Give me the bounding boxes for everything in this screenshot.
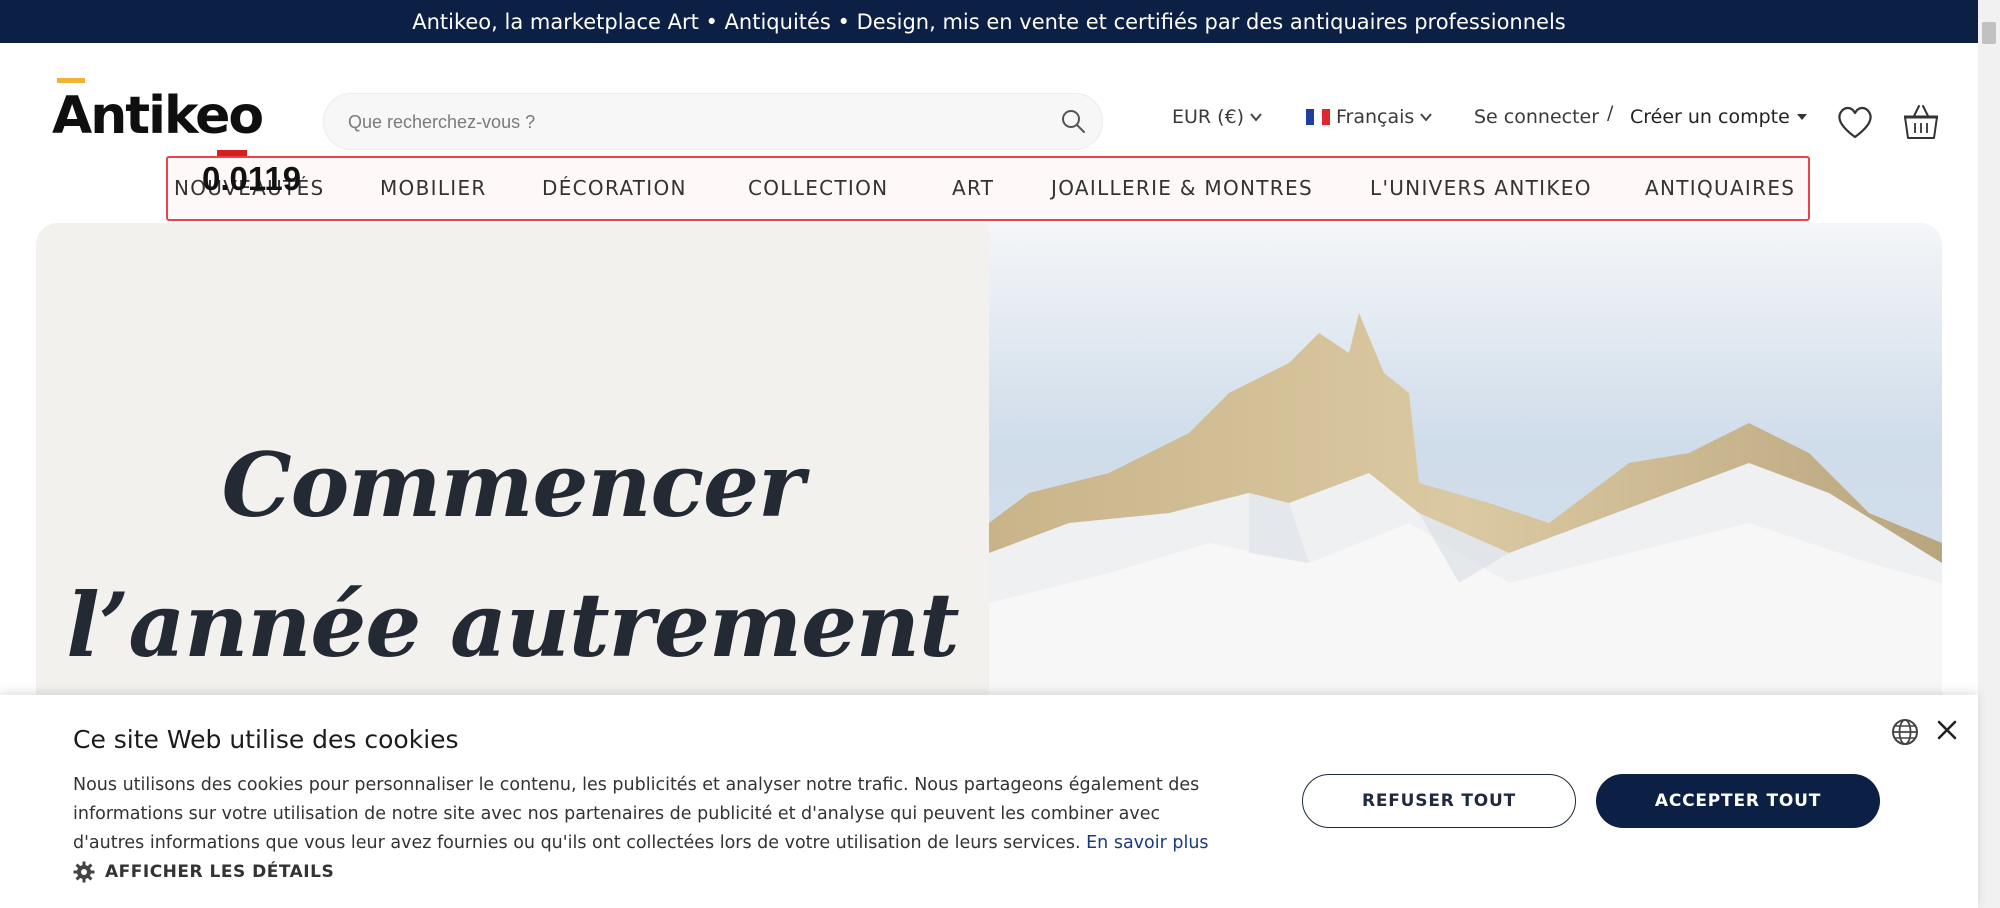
top-banner: Antikeo, la marketplace Art • Antiquités… xyxy=(0,0,1978,43)
cookie-title: Ce site Web utilise des cookies xyxy=(73,725,459,754)
currency-label: EUR (€) xyxy=(1172,106,1245,128)
scrollbar-thumb[interactable] xyxy=(1982,22,1996,44)
logo-accent-bar xyxy=(57,78,85,83)
logo-text: Antikeo xyxy=(52,86,264,146)
chevron-down-icon xyxy=(1420,113,1433,122)
create-account-label: Créer un compte xyxy=(1630,106,1790,128)
hero-mountain-painting xyxy=(989,223,1942,723)
nav-item-mobilier[interactable]: MOBILIER xyxy=(380,176,487,200)
site-logo[interactable]: Antikeo xyxy=(52,78,264,158)
nav-item-joaillerie[interactable]: JOAILLERIE & MONTRES xyxy=(1051,176,1313,200)
close-icon[interactable] xyxy=(1936,719,1958,741)
show-details-label: AFFICHER LES DÉTAILS xyxy=(105,862,335,882)
nav-item-art[interactable]: ART xyxy=(952,176,994,200)
caret-down-icon xyxy=(1796,114,1807,120)
gear-icon xyxy=(73,861,95,883)
separator-text: / xyxy=(1607,102,1614,124)
refuse-all-button[interactable]: REFUSER TOUT xyxy=(1302,774,1576,828)
login-link[interactable]: Se connecter xyxy=(1474,106,1599,128)
accept-all-button[interactable]: ACCEPTER TOUT xyxy=(1596,774,1880,828)
language-label: Français xyxy=(1336,106,1415,128)
globe-icon[interactable] xyxy=(1890,717,1920,747)
show-details-toggle[interactable]: AFFICHER LES DÉTAILS xyxy=(73,861,334,883)
nav-item-decoration[interactable]: DÉCORATION xyxy=(542,176,687,200)
hero-title-line-1: Commencer xyxy=(221,433,805,537)
nav-item-antiquaires[interactable]: ANTIQUAIRES xyxy=(1645,176,1795,200)
chevron-down-icon xyxy=(1250,113,1262,122)
search-icon[interactable] xyxy=(1060,108,1086,134)
france-flag-icon xyxy=(1306,109,1330,125)
banner-text: Antikeo, la marketplace Art • Antiquités… xyxy=(412,9,1566,34)
cookie-text: Nous utilisons des cookies pour personna… xyxy=(73,775,1200,853)
currency-selector[interactable]: EUR (€) xyxy=(1172,106,1262,128)
cookie-description: Nous utilisons des cookies pour personna… xyxy=(73,771,1233,858)
hero-text-panel: Commencer l’année autrement xyxy=(36,223,989,723)
hero-banner[interactable]: Commencer l’année autrement xyxy=(36,223,1942,723)
nav-item-univers[interactable]: L'UNIVERS ANTIKEO xyxy=(1370,176,1592,200)
hero-title-line-2: l’année autrement xyxy=(66,573,959,677)
language-selector[interactable]: Français xyxy=(1306,106,1433,128)
create-account-link[interactable]: Créer un compte xyxy=(1630,106,1808,128)
account-separator: / xyxy=(1607,102,1613,124)
search-bar[interactable] xyxy=(323,93,1103,151)
login-label: Se connecter xyxy=(1474,106,1600,128)
cookie-banner: Ce site Web utilise des cookies Nous uti… xyxy=(0,695,1978,908)
learn-more-link[interactable]: En savoir plus xyxy=(1086,833,1208,853)
basket-icon[interactable] xyxy=(1902,102,1940,142)
nav-item-collection[interactable]: COLLECTION xyxy=(748,176,888,200)
heart-icon[interactable] xyxy=(1836,104,1874,140)
search-input[interactable] xyxy=(346,94,1050,151)
overlay-score-label: 0.0119 xyxy=(202,160,302,197)
page-scrollbar[interactable] xyxy=(1978,0,2000,908)
main-nav: NOUVEAUTÉS MOBILIER DÉCORATION COLLECTIO… xyxy=(166,156,1810,221)
